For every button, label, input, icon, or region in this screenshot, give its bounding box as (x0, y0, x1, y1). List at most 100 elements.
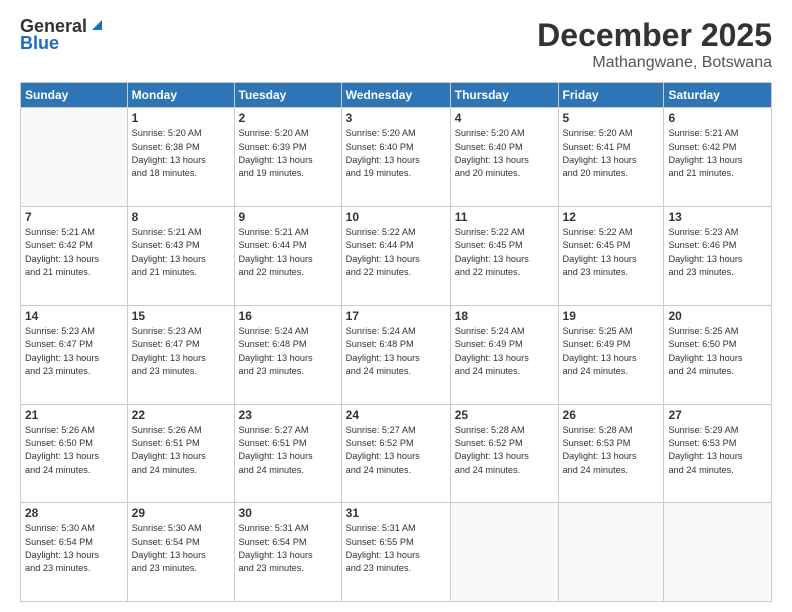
calendar-cell: 3 Sunrise: 5:20 AMSunset: 6:40 PMDaylight… (341, 108, 450, 207)
logo: General Blue (20, 16, 106, 54)
calendar-cell: 21 Sunrise: 5:26 AMSunset: 6:50 PMDayligh… (21, 404, 128, 503)
day-info: Sunrise: 5:25 AMSunset: 6:50 PMDaylight:… (668, 325, 767, 378)
calendar-cell: 17 Sunrise: 5:24 AMSunset: 6:48 PMDayligh… (341, 305, 450, 404)
day-number: 23 (239, 408, 337, 422)
day-info: Sunrise: 5:20 AMSunset: 6:39 PMDaylight:… (239, 127, 337, 180)
day-number: 18 (455, 309, 554, 323)
calendar-cell: 1Sunrise: 5:20 AMSunset: 6:38 PMDaylight… (127, 108, 234, 207)
calendar-cell: 2 Sunrise: 5:20 AMSunset: 6:39 PMDaylight… (234, 108, 341, 207)
calendar-cell: 22 Sunrise: 5:26 AMSunset: 6:51 PMDayligh… (127, 404, 234, 503)
day-info: Sunrise: 5:25 AMSunset: 6:49 PMDaylight:… (563, 325, 660, 378)
day-number: 11 (455, 210, 554, 224)
day-info: Sunrise: 5:22 AMSunset: 6:45 PMDaylight:… (563, 226, 660, 279)
day-info: Sunrise: 5:21 AMSunset: 6:42 PMDaylight:… (668, 127, 767, 180)
day-info: Sunrise: 5:30 AMSunset: 6:54 PMDaylight:… (132, 522, 230, 575)
calendar-week-row: 14 Sunrise: 5:23 AMSunset: 6:47 PMDayligh… (21, 305, 772, 404)
calendar-cell (558, 503, 664, 602)
day-number: 5 (563, 111, 660, 125)
calendar-cell: 31 Sunrise: 5:31 AMSunset: 6:55 PMDayligh… (341, 503, 450, 602)
calendar-cell: 28Sunrise: 5:30 AMSunset: 6:54 PMDayligh… (21, 503, 128, 602)
calendar-cell: 13 Sunrise: 5:23 AMSunset: 6:46 PMDayligh… (664, 207, 772, 306)
day-info: Sunrise: 5:28 AMSunset: 6:52 PMDaylight:… (455, 424, 554, 477)
header-row: Sunday Monday Tuesday Wednesday Thursday… (21, 83, 772, 108)
day-info: Sunrise: 5:22 AMSunset: 6:44 PMDaylight:… (346, 226, 446, 279)
calendar-cell: 23 Sunrise: 5:27 AMSunset: 6:51 PMDayligh… (234, 404, 341, 503)
calendar-cell: 10 Sunrise: 5:22 AMSunset: 6:44 PMDayligh… (341, 207, 450, 306)
col-thursday: Thursday (450, 83, 558, 108)
day-info: Sunrise: 5:21 AMSunset: 6:42 PMDaylight:… (25, 226, 123, 279)
calendar-cell: 27 Sunrise: 5:29 AMSunset: 6:53 PMDayligh… (664, 404, 772, 503)
day-info: Sunrise: 5:31 AMSunset: 6:55 PMDaylight:… (346, 522, 446, 575)
day-number: 16 (239, 309, 337, 323)
calendar-cell: 18 Sunrise: 5:24 AMSunset: 6:49 PMDayligh… (450, 305, 558, 404)
day-number: 7 (25, 210, 123, 224)
logo-arrow-icon (88, 16, 106, 34)
day-info: Sunrise: 5:26 AMSunset: 6:50 PMDaylight:… (25, 424, 123, 477)
day-number: 29 (132, 506, 230, 520)
month-title: December 2025 (537, 16, 772, 54)
calendar-cell: 16 Sunrise: 5:24 AMSunset: 6:48 PMDayligh… (234, 305, 341, 404)
col-monday: Monday (127, 83, 234, 108)
day-number: 12 (563, 210, 660, 224)
day-info: Sunrise: 5:21 AMSunset: 6:44 PMDaylight:… (239, 226, 337, 279)
calendar-cell: 5 Sunrise: 5:20 AMSunset: 6:41 PMDaylight… (558, 108, 664, 207)
calendar-cell: 26 Sunrise: 5:28 AMSunset: 6:53 PMDayligh… (558, 404, 664, 503)
day-info: Sunrise: 5:28 AMSunset: 6:53 PMDaylight:… (563, 424, 660, 477)
day-number: 2 (239, 111, 337, 125)
calendar-cell: 7 Sunrise: 5:21 AMSunset: 6:42 PMDaylight… (21, 207, 128, 306)
day-info: Sunrise: 5:27 AMSunset: 6:52 PMDaylight:… (346, 424, 446, 477)
day-number: 9 (239, 210, 337, 224)
day-info: Sunrise: 5:23 AMSunset: 6:46 PMDaylight:… (668, 226, 767, 279)
day-info: Sunrise: 5:29 AMSunset: 6:53 PMDaylight:… (668, 424, 767, 477)
col-wednesday: Wednesday (341, 83, 450, 108)
day-info: Sunrise: 5:20 AMSunset: 6:40 PMDaylight:… (346, 127, 446, 180)
calendar-cell (21, 108, 128, 207)
day-info: Sunrise: 5:31 AMSunset: 6:54 PMDaylight:… (239, 522, 337, 575)
calendar-cell: 14Sunrise: 5:23 AMSunset: 6:47 PMDayligh… (21, 305, 128, 404)
calendar-cell: 4 Sunrise: 5:20 AMSunset: 6:40 PMDaylight… (450, 108, 558, 207)
day-number: 24 (346, 408, 446, 422)
title-block: December 2025 Mathangwane, Botswana (537, 16, 772, 72)
day-number: 21 (25, 408, 123, 422)
header: General Blue December 2025 Mathangwane, … (20, 16, 772, 72)
day-info: Sunrise: 5:20 AMSunset: 6:40 PMDaylight:… (455, 127, 554, 180)
day-info: Sunrise: 5:23 AMSunset: 6:47 PMDaylight:… (132, 325, 230, 378)
col-sunday: Sunday (21, 83, 128, 108)
calendar-cell: 30Sunrise: 5:31 AMSunset: 6:54 PMDayligh… (234, 503, 341, 602)
calendar-page: General Blue December 2025 Mathangwane, … (0, 0, 792, 612)
calendar-cell: 8Sunrise: 5:21 AMSunset: 6:43 PMDaylight… (127, 207, 234, 306)
day-number: 27 (668, 408, 767, 422)
location-title: Mathangwane, Botswana (537, 54, 772, 72)
day-number: 17 (346, 309, 446, 323)
calendar-week-row: 1Sunrise: 5:20 AMSunset: 6:38 PMDaylight… (21, 108, 772, 207)
day-info: Sunrise: 5:22 AMSunset: 6:45 PMDaylight:… (455, 226, 554, 279)
day-number: 31 (346, 506, 446, 520)
calendar-cell: 12 Sunrise: 5:22 AMSunset: 6:45 PMDayligh… (558, 207, 664, 306)
calendar-cell (450, 503, 558, 602)
day-number: 20 (668, 309, 767, 323)
day-info: Sunrise: 5:20 AMSunset: 6:41 PMDaylight:… (563, 127, 660, 180)
day-number: 4 (455, 111, 554, 125)
calendar-cell: 19Sunrise: 5:25 AMSunset: 6:49 PMDayligh… (558, 305, 664, 404)
calendar-week-row: 7 Sunrise: 5:21 AMSunset: 6:42 PMDaylight… (21, 207, 772, 306)
day-info: Sunrise: 5:24 AMSunset: 6:48 PMDaylight:… (239, 325, 337, 378)
calendar-cell: 9 Sunrise: 5:21 AMSunset: 6:44 PMDaylight… (234, 207, 341, 306)
day-number: 3 (346, 111, 446, 125)
day-number: 25 (455, 408, 554, 422)
calendar-table: Sunday Monday Tuesday Wednesday Thursday… (20, 82, 772, 602)
day-number: 13 (668, 210, 767, 224)
day-number: 26 (563, 408, 660, 422)
calendar-cell: 24 Sunrise: 5:27 AMSunset: 6:52 PMDayligh… (341, 404, 450, 503)
day-number: 10 (346, 210, 446, 224)
day-info: Sunrise: 5:27 AMSunset: 6:51 PMDaylight:… (239, 424, 337, 477)
day-info: Sunrise: 5:26 AMSunset: 6:51 PMDaylight:… (132, 424, 230, 477)
calendar-cell: 29 Sunrise: 5:30 AMSunset: 6:54 PMDayligh… (127, 503, 234, 602)
day-info: Sunrise: 5:24 AMSunset: 6:48 PMDaylight:… (346, 325, 446, 378)
day-number: 22 (132, 408, 230, 422)
day-number: 14 (25, 309, 123, 323)
calendar-cell (664, 503, 772, 602)
calendar-week-row: 28Sunrise: 5:30 AMSunset: 6:54 PMDayligh… (21, 503, 772, 602)
day-info: Sunrise: 5:24 AMSunset: 6:49 PMDaylight:… (455, 325, 554, 378)
calendar-cell: 25 Sunrise: 5:28 AMSunset: 6:52 PMDayligh… (450, 404, 558, 503)
col-saturday: Saturday (664, 83, 772, 108)
